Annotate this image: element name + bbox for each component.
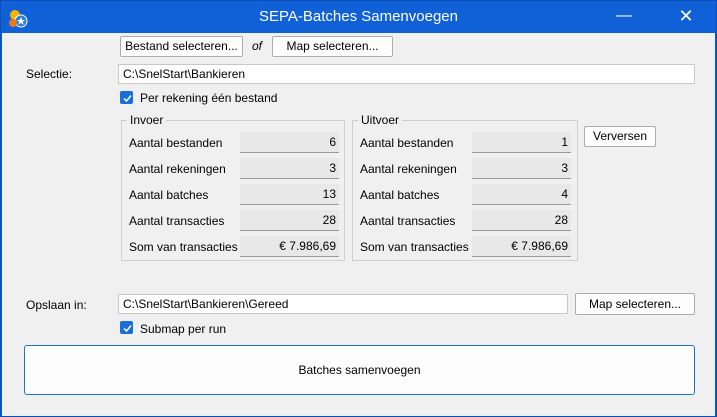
merge-batches-button[interactable]: Batches samenvoegen xyxy=(24,345,695,395)
per-account-checkbox[interactable] xyxy=(120,91,133,104)
input-group-title: Invoer xyxy=(127,113,167,127)
output-groupbox: Uitvoer Aantal bestanden 1 Aantal rekeni… xyxy=(352,113,578,261)
close-button[interactable]: ✕ xyxy=(663,1,709,33)
save-label: Opslaan in: xyxy=(26,298,87,312)
app-window: SEPA-Batches Samenvoegen — ✕ Bestand sel… xyxy=(0,0,717,417)
input-transactions-label: Aantal transacties xyxy=(129,214,225,228)
select-file-button[interactable]: Bestand selecteren... xyxy=(120,36,243,57)
output-accounts-value: 3 xyxy=(472,158,571,179)
subfolder-checkbox[interactable] xyxy=(120,321,133,334)
per-account-label: Per rekening één bestand xyxy=(140,91,278,105)
input-transactions-value: 28 xyxy=(240,210,339,231)
select-folder-button[interactable]: Map selecteren... xyxy=(272,36,393,57)
input-sum-value: € 7.986,69 xyxy=(240,236,339,257)
dialog-body: Bestand selecteren... of Map selecteren.… xyxy=(2,33,715,416)
input-batches-label: Aantal batches xyxy=(129,188,209,202)
output-sum-value: € 7.986,69 xyxy=(472,236,571,257)
output-transactions-label: Aantal transacties xyxy=(360,214,456,228)
input-accounts-label: Aantal rekeningen xyxy=(129,162,226,176)
save-select-folder-button[interactable]: Map selecteren... xyxy=(575,293,695,315)
refresh-button[interactable]: Verversen xyxy=(584,126,656,147)
or-label: of xyxy=(252,39,263,53)
input-groupbox: Invoer Aantal bestanden 6 Aantal rekenin… xyxy=(121,113,345,261)
checkmark-icon xyxy=(123,95,132,103)
subfolder-label: Submap per run xyxy=(140,322,227,336)
title-bar[interactable]: SEPA-Batches Samenvoegen — ✕ xyxy=(1,1,716,33)
output-batches-label: Aantal batches xyxy=(360,188,440,202)
input-files-value: 6 xyxy=(240,132,339,153)
output-group-title: Uitvoer xyxy=(358,113,403,127)
minimize-button[interactable]: — xyxy=(601,1,647,33)
output-batches-value: 4 xyxy=(472,184,571,205)
input-files-label: Aantal bestanden xyxy=(129,136,223,150)
selection-path-input[interactable]: C:\SnelStart\Bankieren xyxy=(118,64,695,84)
selection-label: Selectie: xyxy=(26,67,73,81)
output-accounts-label: Aantal rekeningen xyxy=(360,162,457,176)
output-files-value: 1 xyxy=(472,132,571,153)
input-batches-value: 13 xyxy=(240,184,339,205)
output-sum-label: Som van transacties xyxy=(360,240,469,254)
input-accounts-value: 3 xyxy=(240,158,339,179)
output-transactions-value: 28 xyxy=(472,210,571,231)
checkmark-icon xyxy=(123,325,132,333)
input-sum-label: Som van transacties xyxy=(129,240,238,254)
save-path-input[interactable]: C:\SnelStart\Bankieren\Gereed xyxy=(118,294,568,314)
output-files-label: Aantal bestanden xyxy=(360,136,454,150)
